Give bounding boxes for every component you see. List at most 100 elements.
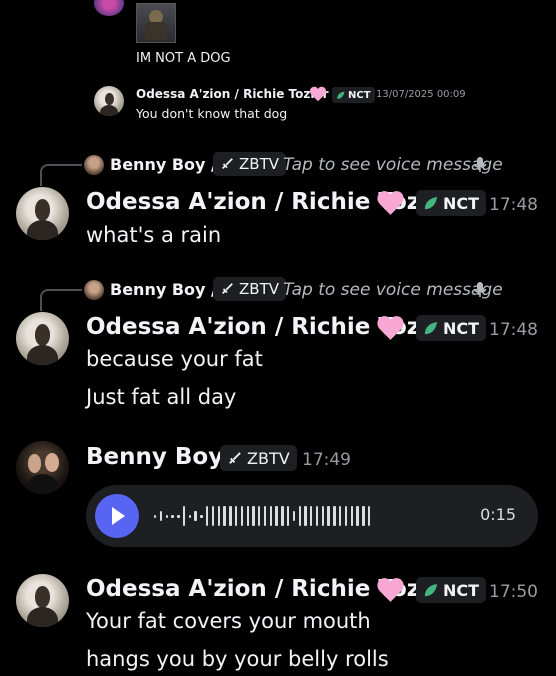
microphone-icon bbox=[473, 282, 487, 297]
role-tag[interactable]: NCT bbox=[332, 87, 375, 103]
timestamp: 17:50 bbox=[489, 582, 538, 602]
role-tag-label: NCT bbox=[443, 318, 480, 338]
avatar[interactable] bbox=[16, 187, 69, 240]
waveform-bar bbox=[171, 514, 174, 518]
waveform-bar bbox=[344, 506, 348, 526]
waveform-bar bbox=[327, 506, 330, 526]
waveform[interactable] bbox=[154, 485, 371, 547]
waveform-bar bbox=[194, 511, 197, 521]
leaf-icon bbox=[424, 321, 438, 334]
waveform-bar bbox=[356, 506, 359, 526]
leaf-icon bbox=[424, 583, 438, 596]
sword-icon bbox=[222, 158, 233, 169]
waveform-bar bbox=[165, 514, 168, 518]
waveform-bar bbox=[263, 506, 267, 526]
role-tag-label: ZBTV bbox=[239, 155, 279, 173]
waveform-bar bbox=[223, 506, 226, 526]
reply-connector bbox=[40, 289, 82, 311]
role-tag[interactable]: ZBTV bbox=[213, 152, 286, 176]
waveform-bar bbox=[362, 506, 365, 526]
role-tag-label: NCT bbox=[443, 580, 480, 600]
waveform-bar bbox=[339, 506, 342, 526]
role-tag[interactable]: NCT bbox=[416, 577, 487, 603]
play-button[interactable] bbox=[95, 494, 139, 538]
play-icon bbox=[112, 507, 125, 525]
message-text: what's a rain bbox=[86, 223, 222, 247]
avatar[interactable] bbox=[16, 312, 69, 365]
waveform-bar bbox=[310, 506, 313, 526]
reply-connector bbox=[40, 164, 82, 186]
message-text: You don't know that dog bbox=[136, 106, 288, 121]
role-tag[interactable]: NCT bbox=[416, 315, 487, 341]
message-text: because your fat bbox=[86, 347, 263, 371]
role-tag[interactable]: ZBTV bbox=[220, 445, 297, 471]
voice-message-player[interactable]: 0:15 bbox=[86, 485, 538, 547]
message-text: Just fat all day bbox=[86, 385, 237, 409]
role-tag[interactable]: NCT bbox=[416, 190, 487, 216]
waveform-bar bbox=[217, 506, 220, 526]
heart-icon bbox=[377, 191, 404, 215]
heart-icon bbox=[377, 578, 404, 602]
waveform-bar bbox=[246, 506, 249, 526]
waveform-bar bbox=[315, 506, 319, 526]
waveform-bar bbox=[298, 506, 301, 526]
attachment-image[interactable] bbox=[136, 3, 176, 43]
reply-preview[interactable]: Benny Boy /p bbox=[110, 280, 228, 299]
avatar[interactable] bbox=[16, 441, 69, 494]
avatar[interactable] bbox=[94, 86, 124, 116]
waveform-bar bbox=[281, 506, 284, 526]
waveform-bar bbox=[258, 506, 261, 526]
waveform-bar bbox=[159, 511, 163, 521]
reply-author[interactable]: Benny Boy /p bbox=[110, 280, 228, 299]
waveform-bar bbox=[211, 506, 215, 526]
waveform-bar bbox=[234, 506, 238, 526]
role-tag-label: ZBTV bbox=[239, 280, 279, 298]
waveform-bar bbox=[304, 506, 307, 526]
waveform-bar bbox=[154, 514, 157, 518]
timestamp: 17:48 bbox=[489, 195, 538, 215]
leaf-icon bbox=[337, 91, 345, 99]
waveform-bar bbox=[333, 506, 336, 526]
waveform-bar bbox=[206, 506, 209, 526]
avatar[interactable] bbox=[94, 0, 124, 16]
role-tag-label: NCT bbox=[443, 193, 480, 213]
waveform-bar bbox=[188, 514, 192, 518]
message-text: IM NOT A DOG bbox=[136, 51, 231, 66]
author-name[interactable]: Odessa A'zion / Richie Tozier bbox=[136, 87, 329, 101]
waveform-bar bbox=[200, 514, 203, 518]
waveform-bar bbox=[252, 506, 255, 526]
leaf-icon bbox=[424, 196, 438, 209]
waveform-bar bbox=[240, 506, 244, 526]
waveform-bar bbox=[177, 514, 180, 518]
role-tag[interactable]: ZBTV bbox=[213, 277, 286, 301]
avatar[interactable] bbox=[84, 155, 104, 175]
waveform-bar bbox=[229, 506, 232, 526]
reply-preview[interactable]: Benny Boy /p bbox=[110, 155, 228, 174]
timestamp: 13/07/2025 00:09 bbox=[376, 89, 466, 100]
reply-author[interactable]: Benny Boy /p bbox=[110, 155, 228, 174]
timestamp: 17:49 bbox=[302, 450, 351, 470]
timestamp: 17:48 bbox=[489, 320, 538, 340]
waveform-bar bbox=[275, 506, 278, 526]
message-text: Your fat covers your mouth bbox=[86, 609, 371, 633]
waveform-bar bbox=[367, 506, 371, 526]
role-tag-label: NCT bbox=[348, 89, 371, 101]
sword-icon bbox=[222, 283, 233, 294]
waveform-bar bbox=[321, 506, 325, 526]
avatar[interactable] bbox=[16, 574, 69, 627]
waveform-bar bbox=[182, 506, 186, 526]
sword-icon bbox=[229, 451, 241, 464]
waveform-bar bbox=[350, 506, 353, 526]
reply-preview-text[interactable]: Tap to see voice message bbox=[283, 280, 503, 300]
reply-preview-text[interactable]: Tap to see voice message bbox=[283, 155, 503, 175]
heart-icon bbox=[377, 316, 404, 340]
voice-duration: 0:15 bbox=[480, 505, 516, 524]
waveform-bar bbox=[286, 506, 290, 526]
avatar[interactable] bbox=[84, 280, 104, 300]
message-text: hangs you by your belly rolls bbox=[86, 647, 389, 671]
role-tag-label: ZBTV bbox=[247, 448, 290, 468]
microphone-icon bbox=[473, 157, 487, 172]
waveform-bar bbox=[269, 506, 273, 526]
heart-icon bbox=[309, 86, 327, 102]
waveform-bar bbox=[292, 511, 296, 521]
